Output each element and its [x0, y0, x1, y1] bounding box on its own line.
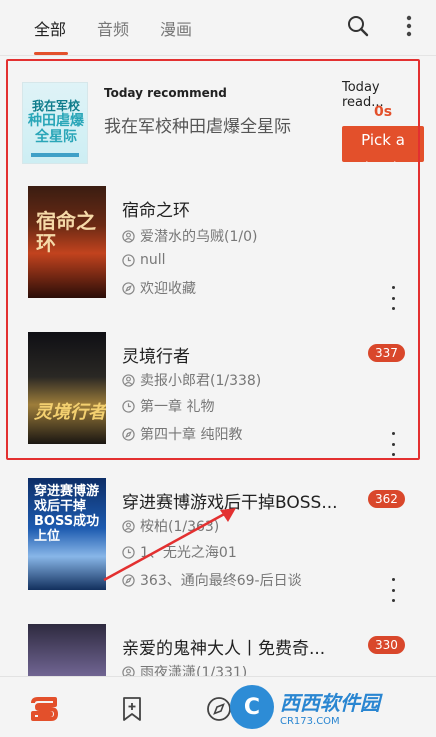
book-latest: 第四十章 纯阳教 [122, 424, 242, 444]
book-cover-text: 穿进赛博游戏后干掉BOSS成功上位 [34, 484, 100, 544]
app-screen: 全部 音频 漫画 我在军校 种田虐爆全星际 Today recommend 我在… [0, 0, 436, 737]
active-tab-indicator [34, 52, 68, 55]
today-recommend-label: Today recommend [104, 86, 227, 100]
book-latest-text: 第四十章 纯阳教 [140, 427, 243, 443]
recommend-cover-text-top: 我在军校 [31, 99, 80, 113]
today-recommend-card[interactable]: 我在军校 种田虐爆全星际 Today recommend 我在军校种田虐爆全星际… [8, 62, 424, 174]
book-cover[interactable]: 宿命之环 [28, 186, 106, 298]
tab-audio[interactable]: 音频 [97, 16, 129, 40]
book-author-text: 卖报小郎君(1/338) [140, 373, 262, 389]
book-title[interactable]: 亲爱的鬼神大人丨免费奇... [122, 634, 325, 659]
top-tab-bar: 全部 音频 漫画 [0, 0, 436, 56]
book-cover[interactable]: 灵境行者 [28, 332, 106, 444]
watermark-name: 西西软件园 [280, 691, 380, 715]
pick-a-book-button[interactable]: Pick a book [342, 126, 424, 162]
tab-all[interactable]: 全部 [34, 16, 66, 40]
more-vert-icon[interactable] [386, 286, 400, 310]
unread-count-badge: 337 [368, 344, 405, 362]
book-title[interactable]: 宿命之环 [122, 196, 190, 221]
today-read-value: 0s [374, 104, 393, 120]
annotation-arrow [103, 508, 236, 582]
watermark-logo: C [230, 685, 274, 729]
search-icon[interactable] [344, 12, 372, 40]
compass-icon [122, 281, 135, 295]
clock-icon [122, 253, 135, 267]
compass-icon [122, 427, 135, 441]
more-vert-icon[interactable] [395, 12, 423, 40]
book-cover-text: 灵境行者 [34, 402, 106, 423]
cover-stripe [31, 153, 79, 157]
clock-icon [122, 399, 135, 413]
unread-count-badge: 330 [368, 636, 405, 654]
book-latest: 欢迎收藏 [122, 278, 196, 298]
book-title[interactable]: 灵境行者 [122, 342, 190, 367]
book-latest-text: 欢迎收藏 [140, 281, 196, 297]
tab-comics[interactable]: 漫画 [160, 16, 192, 40]
more-vert-icon[interactable] [386, 432, 400, 456]
recommend-cover-text: 种田虐爆全星际 [28, 113, 84, 145]
author-icon [122, 229, 135, 243]
book-cover-text: 宿命之环 [36, 209, 96, 255]
book-author-text: 爱潜水的乌贼(1/0) [140, 229, 258, 245]
site-watermark: C 西西软件园 CR173.COM [230, 684, 426, 730]
unread-count-badge: 362 [368, 490, 405, 508]
book-cover[interactable]: 穿进赛博游戏后干掉BOSS成功上位 [28, 478, 106, 590]
book-row[interactable]: 宿命之环 宿命之环 爱潜水的乌贼(1/0) null 欢迎收藏 [0, 186, 436, 326]
bookshelf-icon[interactable] [28, 693, 60, 725]
recommend-book-cover[interactable]: 我在军校 种田虐爆全星际 [22, 82, 88, 164]
watermark-url: CR173.COM [280, 716, 340, 727]
bookmark-add-icon[interactable] [116, 693, 148, 725]
book-progress: 第一章 礼物 [122, 396, 214, 416]
book-author: 爱潜水的乌贼(1/0) [122, 226, 257, 246]
author-icon [122, 373, 135, 387]
book-progress: null [122, 252, 166, 268]
book-progress-text: null [140, 252, 166, 268]
more-vert-icon[interactable] [386, 578, 400, 602]
book-progress-text: 第一章 礼物 [140, 399, 215, 415]
recommend-book-title[interactable]: 我在军校种田虐爆全星际 [104, 112, 291, 137]
book-row[interactable]: 灵境行者 灵境行者 337 卖报小郎君(1/338) 第一章 礼物 第四十章 纯… [0, 332, 436, 472]
book-author: 卖报小郎君(1/338) [122, 370, 261, 390]
